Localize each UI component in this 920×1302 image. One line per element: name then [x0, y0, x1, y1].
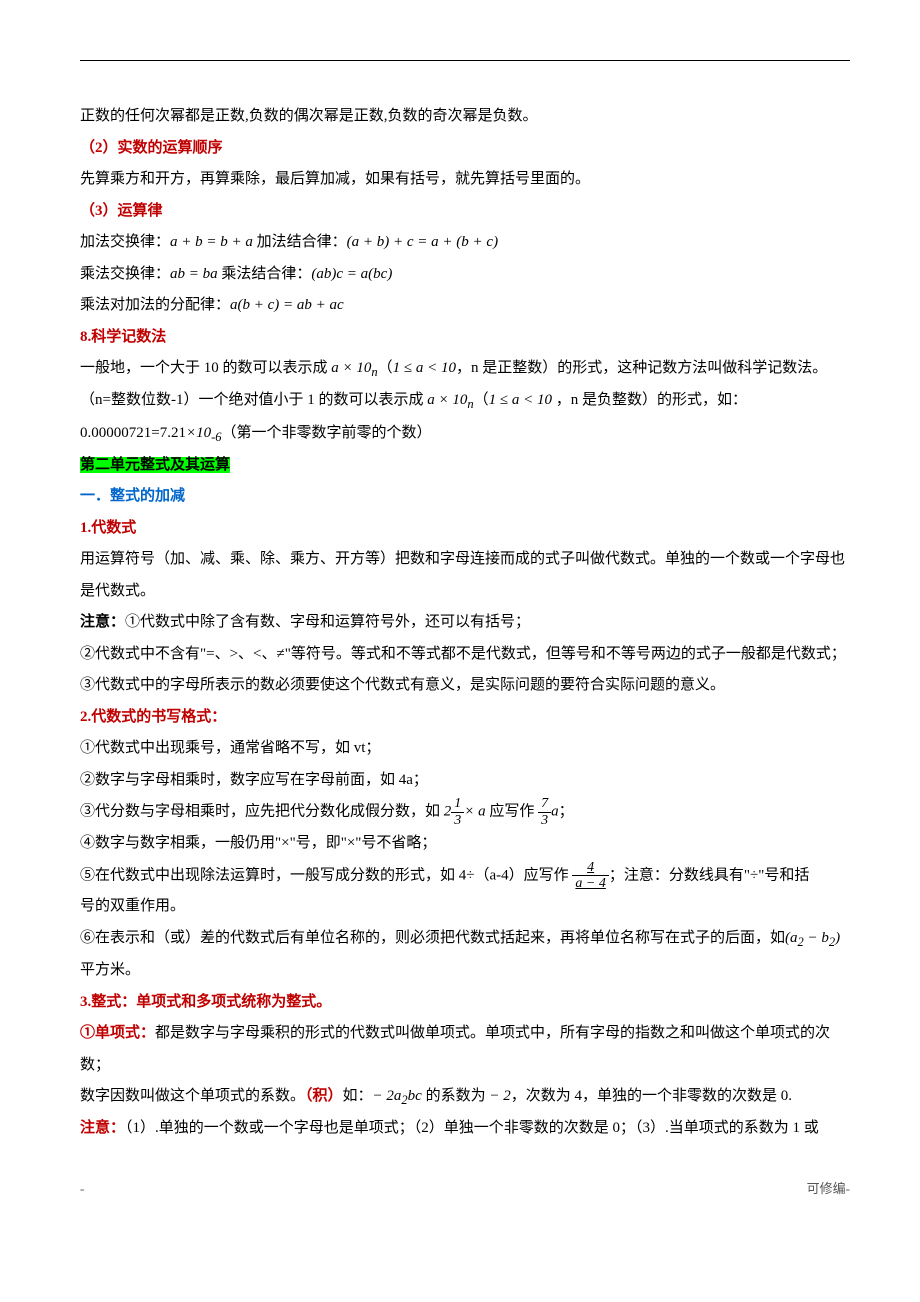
heading-writing: 2.代数式的书写格式：	[80, 702, 850, 734]
heading-zhengshi: 3.整式：单项式和多项式统称为整式。	[80, 987, 850, 1019]
para-note-bottom: 注意：（1）.单独的一个数或一个字母也是单项式；（2）单独一个非零数的次数是 0…	[80, 1113, 850, 1145]
heading-order: （2）实数的运算顺序	[80, 133, 850, 165]
para-note3: ③代数式中的字母所表示的数必须要使这个代数式有意义，是实际问题的要符合实际问题的…	[80, 670, 850, 702]
equation: ab = ba	[170, 266, 218, 282]
unit-title: 第二单元整式及其运算	[80, 450, 850, 482]
equation: − 2	[489, 1088, 510, 1104]
text: ；	[559, 804, 574, 820]
equation: a × 10n	[331, 360, 377, 376]
label: 加法交换律：	[80, 234, 170, 250]
text: ⑥在表示和（或）差的代数式后有单位名称的，则必须把代数式括起来，再将单位名称写在…	[80, 930, 785, 946]
emph: （积）	[305, 1088, 343, 1104]
equation: ×10-6	[186, 425, 222, 441]
equation: a + b = b + a	[170, 234, 253, 250]
label: 乘法对加法的分配律：	[80, 297, 230, 313]
para-comm-add: 加法交换律：a + b = b + a 加法结合律：(a + b) + c = …	[80, 227, 850, 259]
para-distrib: 乘法对加法的分配律：a(b + c) = ab + ac	[80, 290, 850, 322]
sublabel: ①单项式：	[80, 1025, 155, 1041]
note-label: 注意：	[80, 1120, 125, 1136]
footer-left: -	[80, 1175, 84, 1202]
text: 如：	[343, 1088, 373, 1104]
para-note1: 注意：①代数式中除了含有数、字母和运算符号外，还可以有括号；	[80, 607, 850, 639]
label: 加法结合律：	[253, 234, 347, 250]
para-w5b: 号的双重作用。	[80, 891, 850, 923]
equation: a(b + c) = ab + ac	[230, 297, 344, 313]
text: ；注意：分数线具有"÷"号和括	[609, 867, 809, 883]
equation: × a	[464, 804, 485, 820]
para-coef: 数字因数叫做这个单项式的系数。（积）如：− 2a2bc 的系数为 − 2，次数为…	[80, 1081, 850, 1113]
equation: 1 ≤ a < 10	[393, 360, 456, 376]
text: ，n 是正整数）的形式，这种记数方法叫做科学记数法。	[456, 360, 827, 376]
para-order: 先算乘方和开方，再算乘除，最后算加减，如果有括号，就先算括号里面的。	[80, 164, 850, 196]
section-1: 一．整式的加减	[80, 481, 850, 513]
text: ⑤在代数式中出现除法运算时，一般写成分数的形式，如 4÷（a-4）应写作	[80, 867, 572, 883]
text: （n=整数位数-1）一个绝对值小于 1 的数可以表示成	[80, 392, 427, 408]
text: （第一个非零数字前零的个数）	[222, 425, 432, 441]
para-comm-mul: 乘法交换律：ab = ba 乘法结合律：(ab)c = a(bc)	[80, 259, 850, 291]
text: 应写作	[486, 804, 539, 820]
para-sci3: 0.00000721=7.21×10-6（第一个非零数字前零的个数）	[80, 418, 850, 450]
text: ，n 是负整数）的形式，如：	[552, 392, 747, 408]
para-w6b: 平方米。	[80, 955, 850, 987]
equation: a × 10n	[427, 392, 473, 408]
text: 一般地，一个大于 10 的数可以表示成	[80, 360, 331, 376]
page: 正数的任何次幂都是正数,负数的偶次幂是正数,负数的奇次幂是负数。 （2）实数的运…	[80, 60, 850, 1145]
text: （	[474, 392, 489, 408]
note-label: 注意：	[80, 614, 125, 630]
fraction: 13	[451, 796, 464, 828]
heading-sci-notation: 8.科学记数法	[80, 322, 850, 354]
para-sci1: 一般地，一个大于 10 的数可以表示成 a × 10n（1 ≤ a < 10，n…	[80, 353, 850, 385]
equation: (ab)c = a(bc)	[311, 266, 392, 282]
heading-algebraic: 1.代数式	[80, 513, 850, 545]
label: 乘法交换律：	[80, 266, 170, 282]
para-w2: ②数字与字母相乘时，数字应写在字母前面，如 4a；	[80, 765, 850, 797]
para-sci2: （n=整数位数-1）一个绝对值小于 1 的数可以表示成 a × 10n（1 ≤ …	[80, 385, 850, 417]
equation: 1 ≤ a < 10	[489, 392, 552, 408]
text: （1）.单独的一个数或一个字母也是单项式；（2）单独一个非零数的次数是 0；（3…	[125, 1120, 819, 1136]
para-w4: ④数字与数字相乘，一般仍用"×"号，即"×"号不省略；	[80, 828, 850, 860]
para-note2: ②代数式中不含有"=、>、<、≠"等符号。等式和不等式都不是代数式，但等号和不等…	[80, 639, 850, 671]
equation: (a + b) + c = a + (b + c)	[347, 234, 498, 250]
fraction: 73	[538, 796, 551, 828]
text: 数字因数叫做这个单项式的系数。	[80, 1088, 305, 1104]
text: ③代分数与字母相乘时，应先把代分数化成假分数，如	[80, 804, 444, 820]
para-power: 正数的任何次幂都是正数,负数的偶次幂是正数,负数的奇次幂是负数。	[80, 101, 850, 133]
text: （	[378, 360, 393, 376]
content-area: 正数的任何次幂都是正数,负数的偶次幂是正数,负数的奇次幂是负数。 （2）实数的运…	[80, 61, 850, 1145]
text: 都是数字与字母乘积的形式的代数式叫做单项式。单项式中，所有字母的指数之和叫做这个…	[80, 1025, 830, 1073]
whole: 2	[444, 804, 452, 820]
var: a	[551, 804, 559, 820]
text: 的系数为	[422, 1088, 490, 1104]
para-w3: ③代分数与字母相乘时，应先把代分数化成假分数，如 213× a 应写作 73a；	[80, 796, 850, 828]
para-mono: ①单项式：都是数字与字母乘积的形式的代数式叫做单项式。单项式中，所有字母的指数之…	[80, 1018, 850, 1081]
para-w1: ①代数式中出现乘号，通常省略不写，如 vt；	[80, 733, 850, 765]
equation: − 2a2bc	[373, 1088, 422, 1104]
heading-laws: （3）运算律	[80, 196, 850, 228]
equation: (a2 − b2)	[785, 930, 840, 946]
para-w5: ⑤在代数式中出现除法运算时，一般写成分数的形式，如 4÷（a-4）应写作 4a …	[80, 860, 850, 892]
fraction: 4a − 4	[572, 860, 608, 892]
para-def: 用运算符号（加、减、乘、除、乘方、开方等）把数和字母连接而成的式子叫做代数式。单…	[80, 544, 850, 607]
text: ①代数式中除了含有数、字母和运算符号外，还可以有括号；	[125, 614, 530, 630]
text: 0.00000721=7.21	[80, 425, 186, 441]
text: ，次数为 4，单独的一个非零数的次数是 0.	[511, 1088, 792, 1104]
label: 乘法结合律：	[218, 266, 312, 282]
footer: - 可修编-	[80, 1175, 850, 1202]
footer-right: 可修编-	[807, 1175, 850, 1202]
para-w6: ⑥在表示和（或）差的代数式后有单位名称的，则必须把代数式括起来，再将单位名称写在…	[80, 923, 850, 955]
highlight: 第二单元整式及其运算	[80, 457, 230, 473]
